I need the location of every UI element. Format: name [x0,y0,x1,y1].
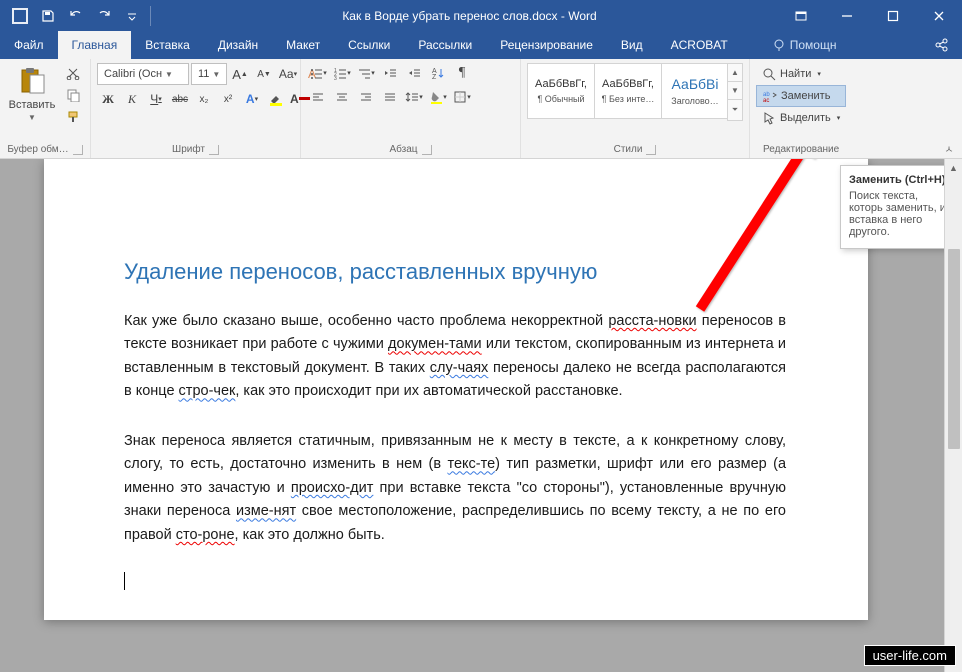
highlight-button[interactable] [265,89,287,109]
save-button[interactable] [36,4,60,28]
cursor-icon [762,111,776,125]
styles-scroll-down[interactable]: ▼ [728,82,742,100]
paragraph-2[interactable]: Знак переноса является статичным, привяз… [124,429,786,546]
italic-button[interactable]: К [121,89,143,109]
text-effects-button[interactable]: A▾ [241,89,263,109]
format-painter-button[interactable] [62,107,84,127]
document-page[interactable]: Удаление переносов, расставленных вручну… [44,159,868,620]
qat-separator [150,6,151,26]
close-button[interactable] [916,0,962,31]
multilevel-list-button[interactable]: ▾ [355,63,377,83]
justify-button[interactable] [379,87,401,107]
align-center-button[interactable] [331,87,353,107]
tab-mailings[interactable]: Рассылки [404,31,486,59]
sort-button[interactable]: AZ [427,63,449,83]
paste-icon [16,65,48,97]
styles-gallery-controls: ▲ ▼ ⏷ [727,63,743,121]
collapse-ribbon-button[interactable]: ㅅ [940,140,958,156]
svg-text:ac: ac [763,98,769,103]
group-styles: АаБбВвГг,¶ Обычный АаБбВвГг,¶ Без инте… … [521,59,750,158]
find-button[interactable]: Найти▾ [756,63,846,85]
underline-button[interactable]: Ч▾ [145,89,167,109]
align-left-button[interactable] [307,87,329,107]
qat-customize-button[interactable] [120,4,144,28]
shading-button[interactable]: ▾ [427,87,449,107]
quick-access-toolbar [0,4,161,28]
svg-text:3: 3 [334,76,337,80]
tab-home[interactable]: Главная [58,31,132,59]
select-button[interactable]: Выделить▾ [756,107,846,129]
cut-button[interactable] [62,63,84,83]
group-font: Calibri (Осн▼ 11▼ A▲ A▼ Aa▾ A Ж К Ч▾ abc… [91,59,301,158]
document-area: Удаление переносов, расставленных вручну… [0,159,962,672]
share-icon [934,38,948,52]
line-spacing-button[interactable]: ▾ [403,87,425,107]
superscript-button[interactable]: x² [217,89,239,109]
replace-icon: abac [763,89,777,103]
text-cursor [124,572,125,590]
lightbulb-icon [772,38,786,52]
group-clipboard: Вставить ▼ Буфер обм… [0,59,91,158]
undo-button[interactable] [64,4,88,28]
style-heading1[interactable]: АаБбВіЗаголово… [661,63,729,119]
group-paragraph: ▾ 123▾ ▾ AZ ¶ ▾ ▾ ▾ Абзац [301,59,521,158]
tell-me[interactable]: Помощн [772,31,837,59]
paragraph-launcher[interactable] [422,145,432,155]
bold-button[interactable]: Ж [97,89,119,109]
word-icon[interactable] [8,4,32,28]
styles-expand[interactable]: ⏷ [728,100,742,120]
ribbon-display-button[interactable] [778,0,824,31]
tab-insert[interactable]: Вставка [131,31,204,59]
borders-button[interactable]: ▾ [451,87,473,107]
font-launcher[interactable] [209,145,219,155]
numbering-button[interactable]: 123▾ [331,63,353,83]
window-title: Как в Ворде убрать перенос слов.docx - W… [161,9,778,23]
tab-references[interactable]: Ссылки [334,31,404,59]
watermark: user-life.com [864,645,956,666]
tab-design[interactable]: Дизайн [204,31,272,59]
vertical-scrollbar[interactable]: ▲ ▼ [944,159,962,672]
shrink-font-button[interactable]: A▼ [253,64,275,84]
ribbon-tabs: Файл Главная Вставка Дизайн Макет Ссылки… [0,31,962,59]
decrease-indent-button[interactable] [379,63,401,83]
style-no-spacing[interactable]: АаБбВвГг,¶ Без инте… [594,63,662,119]
replace-button[interactable]: abacЗаменить [756,85,846,107]
tab-review[interactable]: Рецензирование [486,31,607,59]
paragraph-1[interactable]: Как уже было сказано выше, особенно част… [124,309,786,403]
clipboard-launcher[interactable] [73,145,83,155]
show-marks-button[interactable]: ¶ [451,63,473,83]
paste-button[interactable]: Вставить ▼ [6,63,58,129]
share-button[interactable] [934,31,962,59]
increase-indent-button[interactable] [403,63,425,83]
change-case-button[interactable]: Aa▾ [277,64,299,84]
tab-file[interactable]: Файл [0,31,58,59]
minimize-button[interactable] [824,0,870,31]
font-size-combo[interactable]: 11▼ [191,63,227,85]
tab-view[interactable]: Вид [607,31,657,59]
strike-button[interactable]: abc [169,89,191,109]
group-editing: Найти▾ abacЗаменить Выделить▾ Редактиров… [750,59,852,158]
scroll-thumb[interactable] [948,249,960,449]
svg-text:Z: Z [432,74,437,80]
scroll-up-button[interactable]: ▲ [945,159,962,177]
ribbon: Вставить ▼ Буфер обм… Calibri (Осн▼ 11▼ … [0,59,962,159]
replace-tooltip: Заменить (Ctrl+H) Поиск текста, которь з… [840,165,956,249]
subscript-button[interactable]: x₂ [193,89,215,109]
style-normal[interactable]: АаБбВвГг,¶ Обычный [527,63,595,119]
styles-launcher[interactable] [646,145,656,155]
title-bar: Как в Ворде убрать перенос слов.docx - W… [0,0,962,31]
tab-acrobat[interactable]: ACROBAT [657,31,742,59]
font-name-combo[interactable]: Calibri (Осн▼ [97,63,189,85]
maximize-button[interactable] [870,0,916,31]
align-right-button[interactable] [355,87,377,107]
redo-button[interactable] [92,4,116,28]
styles-scroll-up[interactable]: ▲ [728,64,742,82]
heading[interactable]: Удаление переносов, расставленных вручну… [124,259,786,285]
tab-layout[interactable]: Макет [272,31,334,59]
bullets-button[interactable]: ▾ [307,63,329,83]
copy-button[interactable] [62,85,84,105]
window-controls [778,0,962,31]
search-icon [762,67,776,81]
grow-font-button[interactable]: A▲ [229,64,251,84]
